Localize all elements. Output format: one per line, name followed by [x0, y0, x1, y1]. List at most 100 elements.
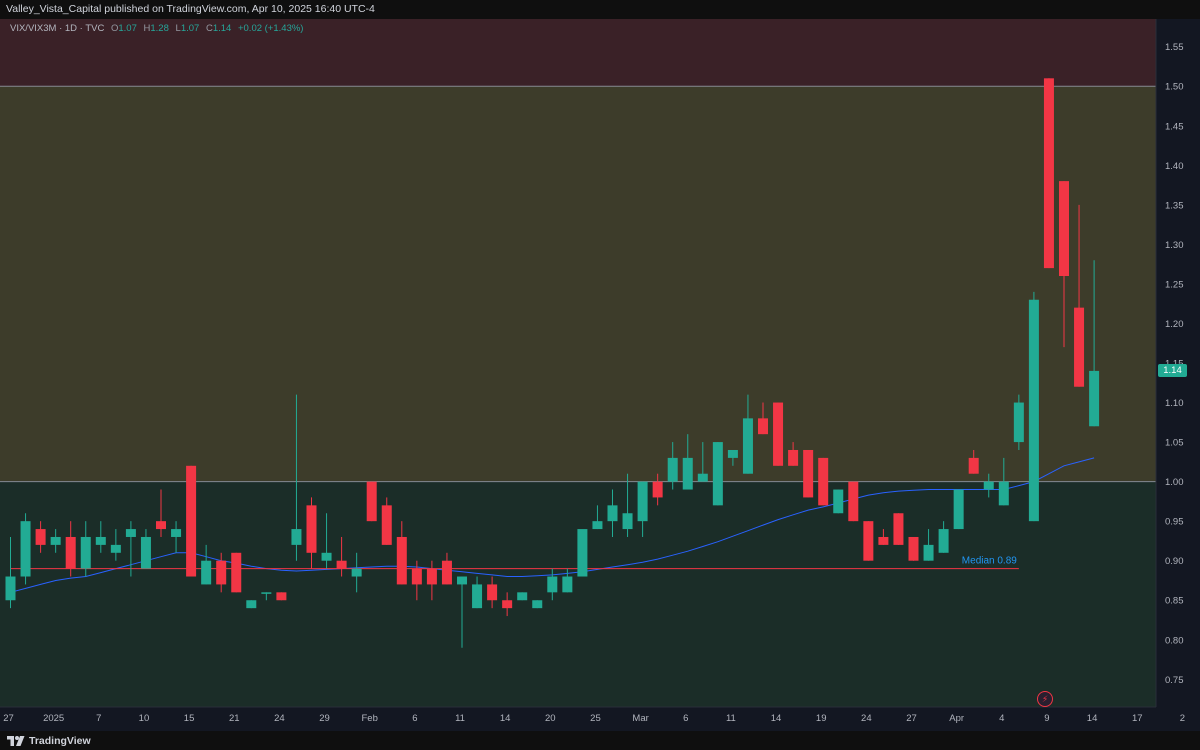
- publisher-caption: Valley_Vista_Capital published on Tradin…: [6, 3, 375, 15]
- candle-body: [125, 529, 136, 537]
- x-tick-label: 11: [455, 713, 465, 724]
- candle-body: [1059, 181, 1069, 277]
- candle-54: [818, 457, 829, 506]
- y-tick-label: 1.00: [1165, 477, 1184, 488]
- y-tick-label: 1.55: [1165, 42, 1184, 53]
- x-tick-label: 24: [861, 713, 872, 724]
- x-axis-layer: 27 2025 7 10 15 21 24 29 Feb 6 11 14 20 25 Mar 6 11 14 19 2…: [3, 713, 1185, 724]
- candle-1: [20, 513, 31, 585]
- candle-53: [803, 449, 814, 498]
- candle-body: [788, 449, 799, 466]
- y-tick-label: 0.90: [1165, 556, 1184, 567]
- candle-body: [186, 465, 197, 577]
- x-tick-label: 4: [999, 713, 1004, 724]
- candle-body: [1013, 402, 1024, 443]
- legend-high: 1.28: [150, 23, 169, 34]
- last-price-label: 1.14: [1158, 364, 1187, 378]
- candle-47: [712, 442, 723, 506]
- candle-body: [201, 560, 212, 585]
- y-tick-label: 1.50: [1165, 82, 1184, 93]
- candle-body: [321, 552, 332, 561]
- candle-57: [863, 521, 874, 561]
- candle-16: [246, 600, 257, 609]
- x-tick-label: 29: [319, 713, 330, 724]
- x-tick-label: 11: [726, 713, 736, 724]
- candle-body: [276, 592, 287, 601]
- candle-55: [833, 489, 844, 514]
- candle-60: [908, 536, 919, 561]
- y-tick-label: 1.20: [1165, 319, 1184, 330]
- candle-body: [156, 521, 166, 530]
- candle-body: [80, 536, 91, 569]
- candle-38: [577, 529, 588, 577]
- candle-body: [803, 449, 814, 498]
- candle-body: [697, 473, 708, 482]
- candle-body: [1074, 307, 1085, 387]
- candle-68: [1028, 291, 1039, 522]
- candle-body: [35, 529, 46, 545]
- y-tick-label: 0.95: [1165, 517, 1184, 528]
- candle-body: [607, 505, 618, 522]
- candle-body: [1089, 370, 1100, 427]
- x-tick-label: 6: [683, 713, 688, 724]
- candle-body: [893, 513, 904, 545]
- x-tick-label: 25: [590, 713, 601, 724]
- x-tick-label: 14: [771, 713, 782, 724]
- median-label: Median 0.89: [962, 556, 1017, 567]
- y-tick-label: 0.75: [1165, 675, 1184, 686]
- candle-body: [441, 560, 452, 585]
- tradingview-logo-icon: [7, 735, 25, 746]
- candle-body: [216, 560, 227, 585]
- candle-body: [65, 536, 76, 569]
- y-tick-label: 1.05: [1165, 438, 1184, 449]
- legend-open: 1.07: [118, 23, 137, 34]
- candle-body: [923, 544, 934, 561]
- x-tick-label: 24: [274, 713, 285, 724]
- x-tick-label: 2: [1180, 713, 1185, 724]
- candle-body: [863, 521, 874, 561]
- candle-body: [833, 489, 844, 514]
- x-tick-label: 27: [906, 713, 917, 724]
- y-tick-label: 1.10: [1165, 398, 1184, 409]
- zones-layer: [0, 19, 1156, 707]
- candle-35: [532, 600, 543, 609]
- x-tick-label: 14: [500, 713, 511, 724]
- candle-body: [1043, 78, 1054, 269]
- tradingview-logo[interactable]: TradingView: [7, 735, 91, 747]
- candle-body: [652, 481, 663, 498]
- candle-56: [848, 481, 859, 522]
- candle-body: [953, 489, 964, 530]
- price-chart[interactable]: Median 0.89 0.75 0.80 0.85 0.90 0.95 1.00 1.05…: [0, 19, 1200, 731]
- candle-body: [547, 576, 558, 593]
- legend-symbol: VIX/VIX3M · 1D · TVC: [10, 23, 105, 34]
- candle-body: [998, 481, 1009, 506]
- candle-body: [742, 418, 753, 474]
- lightning-icon[interactable]: ⚡: [1037, 691, 1053, 707]
- candle-body: [261, 592, 272, 594]
- x-tick-label: 27: [3, 713, 14, 724]
- candle-body: [577, 529, 588, 577]
- y-tick-label: 1.35: [1165, 200, 1184, 211]
- candle-34: [517, 592, 528, 601]
- ohlc-legend: VIX/VIX3M · 1D · TVC O1.07 H1.28 L1.07 C…: [10, 23, 303, 34]
- candle-69: [1043, 78, 1054, 269]
- candle-63: [953, 489, 964, 530]
- y-tick-label: 1.25: [1165, 279, 1184, 290]
- candle-body: [110, 544, 121, 553]
- legend-close-label: C: [205, 23, 213, 34]
- candle-67: [1013, 394, 1024, 450]
- candle-body: [908, 536, 919, 561]
- candle-body: [878, 536, 889, 545]
- x-tick-label: 9: [1044, 713, 1049, 724]
- x-tick-label: 15: [184, 713, 195, 724]
- x-tick-label: Feb: [362, 713, 378, 724]
- candle-body: [472, 584, 483, 609]
- x-tick-label: 21: [229, 713, 240, 724]
- candle-body: [727, 449, 738, 458]
- candle-body: [50, 536, 61, 545]
- candle-body: [140, 536, 151, 569]
- candle-body: [457, 576, 467, 585]
- candle-body: [95, 536, 106, 545]
- candle-body: [411, 568, 422, 585]
- chart-frame[interactable]: Median 0.89 0.75 0.80 0.85 0.90 0.95 1.00 1.05…: [0, 19, 1200, 731]
